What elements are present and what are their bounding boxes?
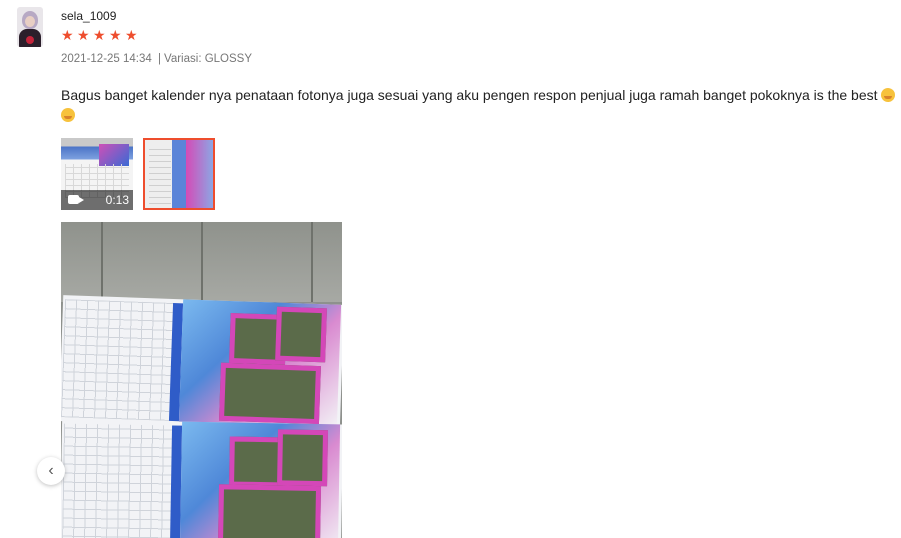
- face-blowing-kiss-emoji-icon: [881, 88, 896, 102]
- video-camera-icon: [68, 195, 84, 204]
- star-icon: ★: [109, 27, 122, 43]
- review-meta: 2021-12-25 14:34 | Variasi: GLOSSY: [61, 53, 252, 65]
- review-body: Bagus banget kalender nya penataan foton…: [61, 87, 878, 103]
- media-thumb-image-selected[interactable]: [143, 138, 215, 210]
- photo-floor-background: [61, 222, 342, 302]
- video-duration: 0:13: [105, 193, 129, 207]
- calendar-sheet: [61, 295, 342, 431]
- review-photo-preview[interactable]: [61, 222, 342, 538]
- review-text: Bagus banget kalender nya penataan foton…: [61, 85, 896, 125]
- star-icon: ★: [125, 27, 138, 43]
- video-duration-bar: 0:13: [61, 190, 133, 210]
- hugging-face-emoji-icon: [61, 108, 75, 122]
- star-icon: ★: [93, 27, 106, 43]
- rating-stars: ★ ★ ★ ★ ★: [61, 27, 138, 43]
- previous-media-button[interactable]: ‹: [37, 457, 65, 485]
- reviewer-avatar[interactable]: [17, 7, 43, 47]
- star-icon: ★: [61, 27, 74, 43]
- review-variation: Variasi: GLOSSY: [164, 53, 253, 65]
- media-thumb-video[interactable]: 0:13: [61, 138, 133, 210]
- reviewer-username[interactable]: sela_1009: [61, 9, 116, 23]
- calendar-sheet: [61, 419, 342, 538]
- meta-separator: |: [158, 53, 162, 65]
- review-date: 2021-12-25 14:34: [61, 53, 152, 65]
- chevron-left-icon: ‹: [48, 462, 54, 479]
- star-icon: ★: [77, 27, 90, 43]
